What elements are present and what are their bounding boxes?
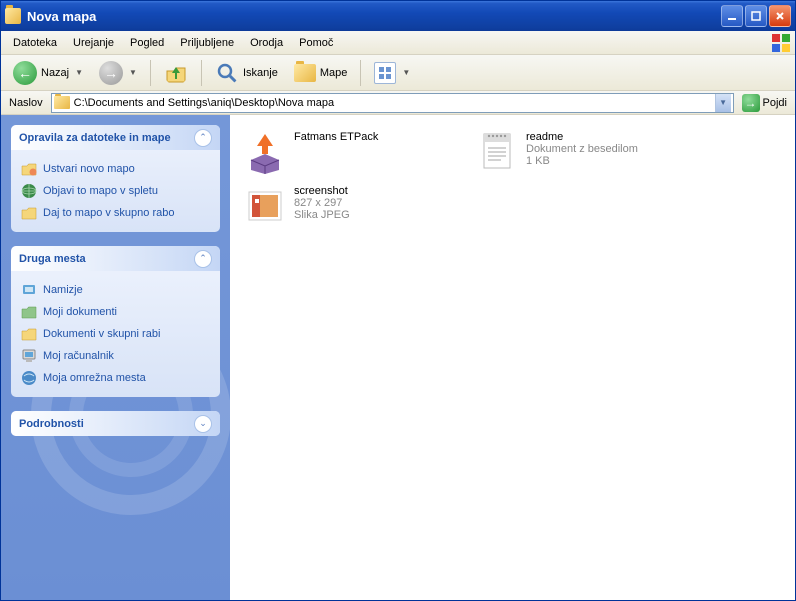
folder-icon xyxy=(294,64,316,82)
file-name: Fatmans ETPack xyxy=(294,131,378,143)
chevron-down-icon: ▼ xyxy=(402,68,410,77)
file-name: screenshot xyxy=(294,185,350,197)
sidebar-item-label: Namizje xyxy=(43,284,83,296)
desktop-icon xyxy=(21,282,37,298)
up-button[interactable] xyxy=(158,57,194,89)
file-item[interactable]: readme Dokument z besedilom 1 KB xyxy=(470,125,702,179)
file-line3: Slika JPEG xyxy=(294,209,350,221)
menu-view[interactable]: Pogled xyxy=(122,34,172,52)
sidebar-item-share[interactable]: Daj to mapo v skupno rabo xyxy=(21,202,210,224)
sidebar-item-publish[interactable]: Objavi to mapo v spletu xyxy=(21,180,210,202)
folders-label: Mape xyxy=(320,67,348,79)
panel-tasks-title: Opravila za datoteke in mape xyxy=(19,132,194,144)
documents-icon xyxy=(21,304,37,320)
folders-button[interactable]: Mape xyxy=(288,60,354,86)
menubar: Datoteka Urejanje Pogled Priljubljene Or… xyxy=(1,31,795,55)
panel-details-title: Podrobnosti xyxy=(19,418,194,430)
panel-places: Druga mesta ⌃ Namizje Moji dokumenti Dok… xyxy=(11,246,220,397)
file-item[interactable]: screenshot 827 x 297 Slika JPEG xyxy=(238,179,470,233)
sidebar-item-computer[interactable]: Moj računalnik xyxy=(21,345,210,367)
network-icon xyxy=(21,370,37,386)
sidebar-item-network[interactable]: Moja omrežna mesta xyxy=(21,367,210,389)
sidebar: Protect mo Opravila za datoteke in mape … xyxy=(1,115,230,600)
computer-icon xyxy=(21,348,37,364)
sidebar-item-label: Moja omrežna mesta xyxy=(43,372,146,384)
forward-button[interactable]: → ▼ xyxy=(93,57,143,89)
menu-edit[interactable]: Urejanje xyxy=(65,34,122,52)
sidebar-item-label: Moji dokumenti xyxy=(43,306,117,318)
panel-tasks-header[interactable]: Opravila za datoteke in mape ⌃ xyxy=(11,125,220,150)
sidebar-item-new-folder[interactable]: Ustvari novo mapo xyxy=(21,158,210,180)
address-bar: Naslov C:\Documents and Settings\aniq\De… xyxy=(1,91,795,115)
minimize-button[interactable] xyxy=(721,5,743,27)
menu-favorites[interactable]: Priljubljene xyxy=(172,34,242,52)
titlebar[interactable]: Nova mapa xyxy=(1,1,795,31)
chevron-down-icon: ▼ xyxy=(75,68,83,77)
panel-details: Podrobnosti ⌄ xyxy=(11,411,220,436)
search-icon xyxy=(215,61,239,85)
toolbar: ← Nazaj ▼ → ▼ Iskanje Mape ▼ xyxy=(1,55,795,91)
back-label: Nazaj xyxy=(41,67,69,79)
file-line3: 1 KB xyxy=(526,155,638,167)
go-label: Pojdi xyxy=(763,97,787,109)
panel-details-header[interactable]: Podrobnosti ⌄ xyxy=(11,411,220,436)
folder-new-icon xyxy=(21,161,37,177)
chevron-up-icon[interactable]: ⌃ xyxy=(194,129,212,147)
menu-file[interactable]: Datoteka xyxy=(5,34,65,52)
views-icon xyxy=(374,62,396,84)
go-button[interactable]: → Pojdi xyxy=(738,94,791,112)
folder-icon xyxy=(54,96,70,109)
file-line2: Dokument z besedilom xyxy=(526,143,638,155)
close-button[interactable] xyxy=(769,5,791,27)
menu-help[interactable]: Pomoč xyxy=(291,34,341,52)
chevron-down-icon: ▼ xyxy=(129,68,137,77)
menu-tools[interactable]: Orodja xyxy=(242,34,291,52)
sidebar-item-label: Objavi to mapo v spletu xyxy=(43,185,158,197)
package-icon xyxy=(242,129,288,175)
sidebar-item-label: Moj računalnik xyxy=(43,350,114,362)
separator xyxy=(201,60,202,86)
sidebar-item-label: Dokumenti v skupni rabi xyxy=(43,328,160,340)
windows-logo-icon xyxy=(771,33,791,53)
panel-places-header[interactable]: Druga mesta ⌃ xyxy=(11,246,220,271)
sidebar-item-desktop[interactable]: Namizje xyxy=(21,279,210,301)
file-name: readme xyxy=(526,131,638,143)
panel-places-title: Druga mesta xyxy=(19,253,194,265)
image-icon xyxy=(242,183,288,229)
file-list[interactable]: Fatmans ETPack readme Dokument z besedil… xyxy=(230,115,795,600)
separator xyxy=(360,60,361,86)
address-label: Naslov xyxy=(5,97,47,109)
globe-icon xyxy=(21,183,37,199)
search-button[interactable]: Iskanje xyxy=(209,57,284,89)
separator xyxy=(150,60,151,86)
maximize-button[interactable] xyxy=(745,5,767,27)
views-button[interactable]: ▼ xyxy=(368,58,416,88)
chevron-down-icon[interactable]: ⌄ xyxy=(194,415,212,433)
folder-icon xyxy=(21,326,37,342)
panel-tasks: Opravila za datoteke in mape ⌃ Ustvari n… xyxy=(11,125,220,232)
textfile-icon xyxy=(474,129,520,175)
sidebar-item-label: Daj to mapo v skupno rabo xyxy=(43,207,174,219)
folder-share-icon xyxy=(21,205,37,221)
search-label: Iskanje xyxy=(243,67,278,79)
sidebar-item-shared-docs[interactable]: Dokumenti v skupni rabi xyxy=(21,323,210,345)
address-field[interactable]: C:\Documents and Settings\aniq\Desktop\N… xyxy=(51,93,734,113)
sidebar-item-documents[interactable]: Moji dokumenti xyxy=(21,301,210,323)
sidebar-item-label: Ustvari novo mapo xyxy=(43,163,135,175)
file-line2: 827 x 297 xyxy=(294,197,350,209)
window-title: Nova mapa xyxy=(27,9,721,24)
folder-icon xyxy=(5,8,21,24)
go-icon: → xyxy=(742,94,760,112)
chevron-up-icon[interactable]: ⌃ xyxy=(194,250,212,268)
file-item[interactable]: Fatmans ETPack xyxy=(238,125,470,179)
arrow-left-icon: ← xyxy=(13,61,37,85)
back-button[interactable]: ← Nazaj ▼ xyxy=(7,57,89,89)
arrow-right-icon: → xyxy=(99,61,123,85)
address-path: C:\Documents and Settings\aniq\Desktop\N… xyxy=(74,97,715,109)
folder-up-icon xyxy=(164,61,188,85)
address-dropdown[interactable]: ▼ xyxy=(715,94,731,112)
